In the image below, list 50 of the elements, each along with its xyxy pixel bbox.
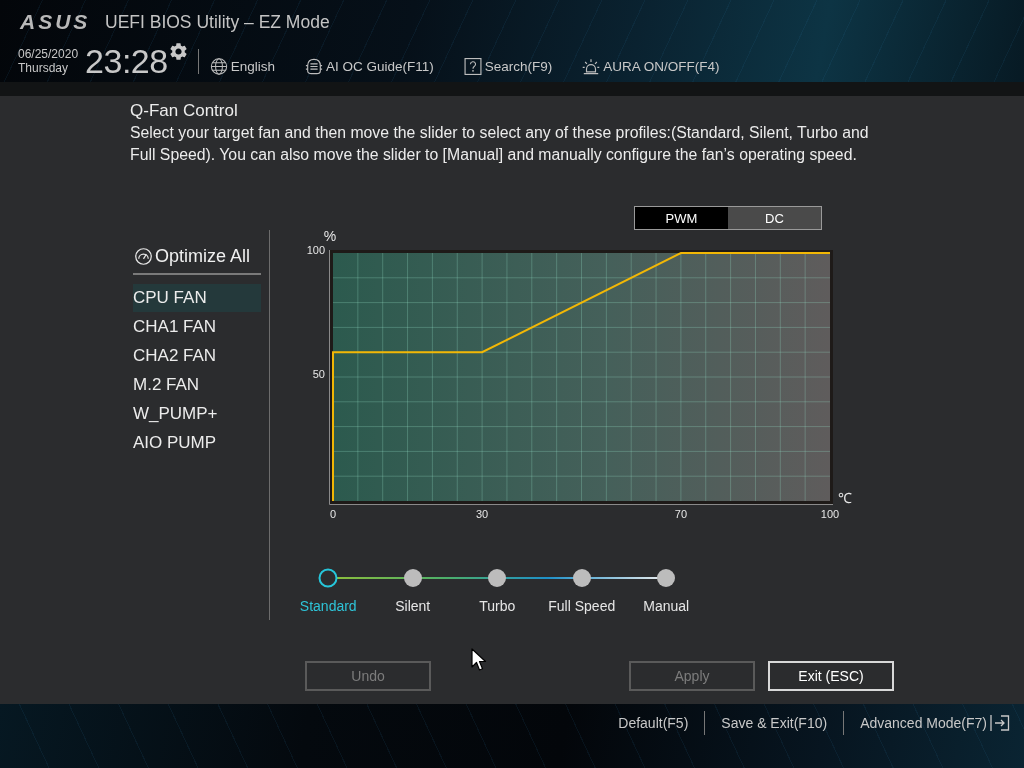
dialog-title: Q-Fan Control [130,100,239,121]
footer-link[interactable]: Save & Exit(F10) [721,714,828,732]
fan-list-item[interactable]: CHA2 FAN [133,342,261,370]
profile-option[interactable]: Standard [286,568,371,615]
app-title: UEFI BIOS Utility – EZ Mode [105,11,330,33]
fan-list-item[interactable]: CHA1 FAN [133,313,261,341]
help-icon [463,57,482,75]
fan-list-item[interactable]: W_PUMP+ [133,400,261,428]
axis-unit-label: ℃ [838,490,852,506]
slider-knob-icon [656,568,677,588]
chip-icon [304,57,323,75]
axis-tick-label: 100 [306,244,325,256]
mode-tab[interactable]: PWM [635,207,728,229]
profile-option[interactable]: Full Speed [539,568,624,615]
siren-light-icon [582,57,601,75]
pointer-cursor-icon [471,648,487,672]
advanced-mode-button[interactable]: Advanced Mode(F7) [860,714,1010,732]
dialog-description: Select your target fan and then move the slider to select any of these profiles:(Standard, Silent, Turbo and Full Speed). You can also move the slider to [Manual] and manually configure the fan’s operating speed. [130,123,870,165]
axis-tick-label: 30 [476,508,489,520]
fan-list-item[interactable]: CPU FAN [133,284,261,312]
slider-knob-icon [571,568,592,588]
fan-list-item[interactable]: M.2 FAN [133,371,261,399]
settings-icon[interactable] [169,43,187,60]
axis-tick-label: 50 [312,368,325,380]
dialog-button[interactable]: Exit (ESC) [768,661,894,691]
axis-tick-label: 0 [329,508,337,520]
weekday-text: Thursday [18,61,70,75]
slider-knob-icon [487,568,508,588]
axis-tick-label: 70 [674,508,688,520]
toolbar-button[interactable]: English [209,57,275,75]
mode-tab[interactable]: DC [728,207,821,229]
globe-icon [209,57,228,75]
brand-logo: ASUS [20,10,92,34]
profile-option[interactable]: Silent [370,568,455,615]
profile-option[interactable]: Manual [624,568,709,615]
footer-link[interactable]: Default(F5) [618,714,689,732]
optimize-all-button[interactable]: Optimize All [133,243,261,275]
axis-unit-label: % [323,230,337,244]
toolbar-button[interactable]: AURA ON/OFF(F4) [582,57,720,75]
gauge-icon [135,247,152,265]
exit-icon [990,714,1010,732]
toolbar-button[interactable]: AI OC Guide(F11) [304,57,434,75]
toolbar-button[interactable]: Search(F9) [463,57,553,75]
clock-time: 23:28 [85,44,168,78]
profile-option[interactable]: Turbo [455,568,540,615]
slider-knob-icon [318,568,339,588]
slider-knob-icon [402,568,423,588]
fan-list-item[interactable]: AIO PUMP [133,429,261,457]
date-text: 06/25/2020 [18,47,79,61]
axis-tick-label: 100 [820,508,840,520]
